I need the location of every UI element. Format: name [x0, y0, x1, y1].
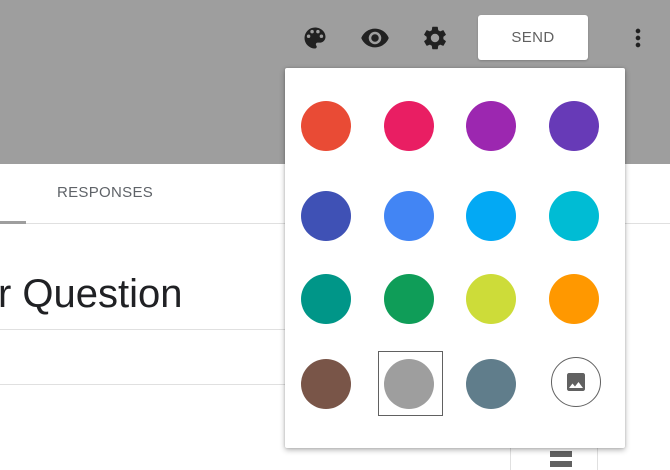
palette-icon[interactable]	[299, 22, 331, 54]
color-swatch[interactable]	[466, 191, 516, 241]
color-swatch[interactable]	[301, 101, 351, 151]
color-swatch[interactable]	[301, 191, 351, 241]
gear-icon[interactable]	[419, 22, 451, 54]
theme-color-popup	[285, 68, 625, 448]
color-swatch[interactable]	[384, 359, 434, 409]
color-swatch[interactable]	[466, 274, 516, 324]
form-title[interactable]: r Question	[0, 268, 183, 320]
color-swatch[interactable]	[549, 191, 599, 241]
image-icon	[567, 373, 585, 391]
color-swatch[interactable]	[384, 274, 434, 324]
color-swatch[interactable]	[301, 274, 351, 324]
choose-image-button[interactable]	[551, 357, 601, 407]
divider	[0, 384, 286, 385]
active-tab-indicator	[0, 221, 26, 224]
send-button[interactable]: SEND	[478, 15, 588, 60]
tab-responses[interactable]: RESPONSES	[57, 184, 153, 201]
more-vert-icon[interactable]	[622, 22, 654, 54]
color-swatch[interactable]	[549, 101, 599, 151]
divider	[0, 329, 286, 330]
color-swatch[interactable]	[384, 191, 434, 241]
color-swatch[interactable]	[466, 101, 516, 151]
toolbar-bar	[550, 461, 572, 467]
color-swatch[interactable]	[466, 359, 516, 409]
color-swatch[interactable]	[301, 359, 351, 409]
color-swatch[interactable]	[384, 101, 434, 151]
eye-icon[interactable]	[359, 22, 391, 54]
toolbar-bar	[550, 451, 572, 457]
color-swatch[interactable]	[549, 274, 599, 324]
